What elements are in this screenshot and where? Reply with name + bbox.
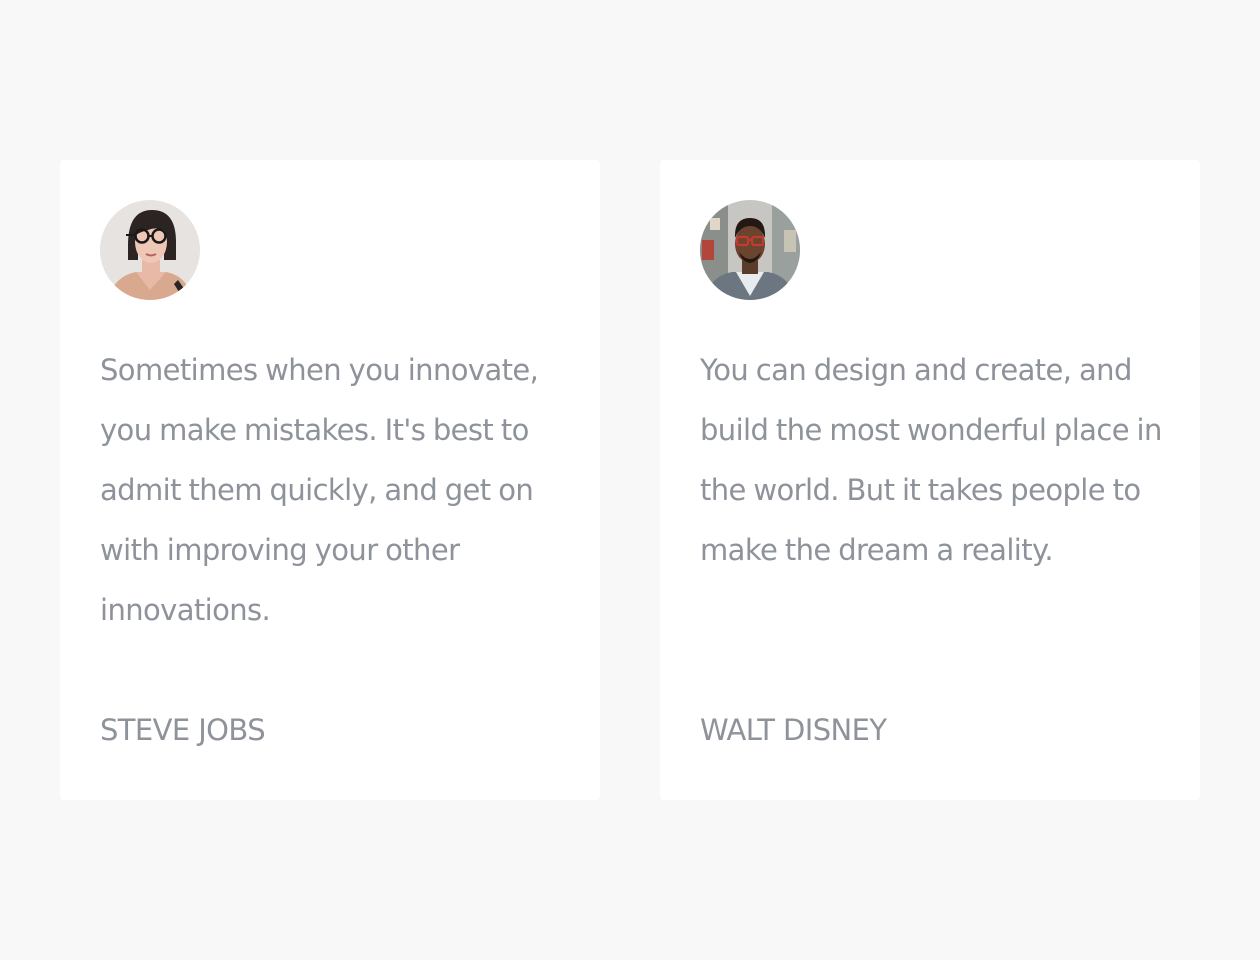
- testimonial-author: STEVE JOBS: [100, 713, 266, 747]
- avatar: [700, 200, 800, 300]
- avatar: [100, 200, 200, 300]
- testimonial-quote: You can design and create, and build the…: [700, 353, 1162, 567]
- testimonial-author: WALT DISNEY: [700, 713, 887, 747]
- avatar-man-glasses-icon: [700, 200, 800, 300]
- testimonial-quote: Sometimes when you innovate, you make mi…: [100, 353, 539, 627]
- testimonial-card: Sometimes when you innovate, you make mi…: [60, 160, 600, 800]
- testimonial-card: You can design and create, and build the…: [660, 160, 1200, 800]
- avatar-woman-glasses-icon: [100, 200, 200, 300]
